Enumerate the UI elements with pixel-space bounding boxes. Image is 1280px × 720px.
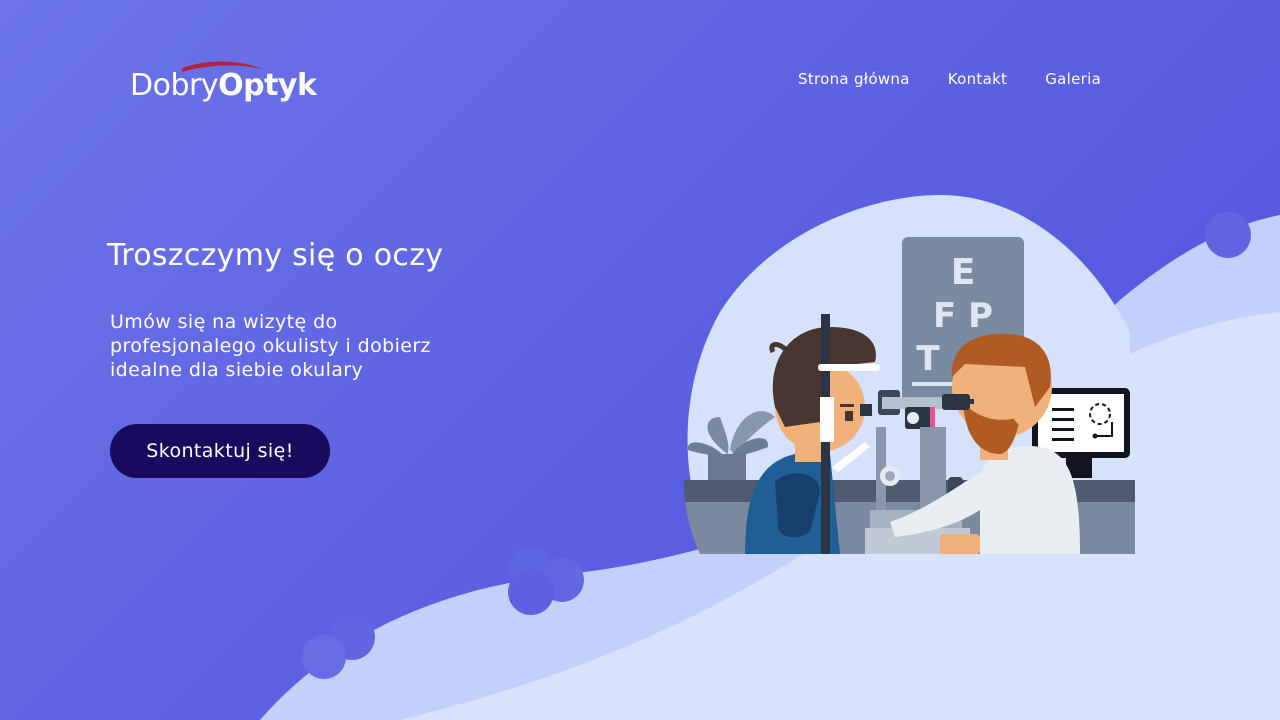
bubble [1205, 212, 1251, 258]
nav-link-gallery[interactable]: Galeria [1045, 70, 1101, 88]
logo-text: DobryOptyk [130, 68, 317, 103]
nav-link-home[interactable]: Strona główna [798, 70, 910, 88]
eye-chart-line-1: E [951, 252, 976, 293]
bubble [302, 635, 346, 679]
eye-chart-line-3: T [916, 339, 940, 379]
hero-title: Troszczymy się o oczy [107, 238, 444, 273]
logo-text-bold: Optyk [218, 68, 317, 103]
eye-exam-illustration: E F P T [683, 195, 1135, 554]
logo-text-light: Dobry [130, 68, 219, 103]
eye-chart-line-2: F P [933, 296, 993, 336]
bubble [508, 569, 554, 615]
main-nav: Strona główna Kontakt Galeria [780, 70, 1121, 88]
hero-subtitle: Umów się na wizytę do profesjonalego oku… [110, 311, 431, 381]
brand-logo[interactable]: DobryOptyk [130, 58, 330, 108]
nav-link-contact[interactable]: Kontakt [948, 70, 1008, 88]
contact-button[interactable]: Skontaktuj się! [110, 424, 330, 478]
